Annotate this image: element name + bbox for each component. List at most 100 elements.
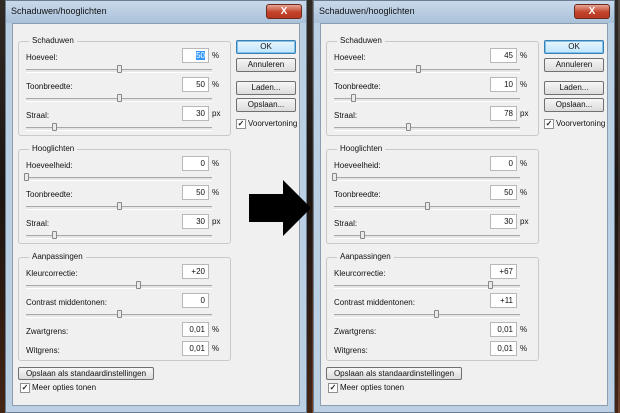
shadows-tonal-width-row: Toonbreedte: 50 % xyxy=(19,77,232,107)
cancel-button[interactable]: Annuleren xyxy=(236,58,296,72)
white-clip-input[interactable]: 0,01 xyxy=(182,341,209,356)
shadows-radius-input[interactable]: 78 xyxy=(490,106,517,121)
window-title: Schaduwen/hooglichten xyxy=(11,6,107,16)
save-as-defaults-button[interactable]: Opslaan als standaardinstellingen xyxy=(326,367,462,380)
shadows-radius-input[interactable]: 30 xyxy=(182,106,209,121)
highlights-amount-input[interactable]: 0 xyxy=(182,156,209,171)
title-bar[interactable]: Schaduwen/hooglichten X xyxy=(314,1,614,23)
highlights-radius-input[interactable]: 30 xyxy=(490,214,517,229)
more-options-label: Meer opties tonen xyxy=(32,383,97,392)
shadows-radius-label: Straal: xyxy=(26,111,50,120)
highlights-amount-row: Hoeveelheid: 0 % xyxy=(19,156,232,186)
close-button[interactable]: X xyxy=(574,4,610,19)
shadows-tonal-width-slider-track[interactable] xyxy=(334,98,520,102)
shadows-amount-row: Hoeveel: 50 % xyxy=(19,48,232,78)
shadows-group: Schaduwen Hoeveel: 50 % Toonbreedte: 50 … xyxy=(18,36,232,136)
preview-label: Voorvertoning xyxy=(556,119,606,128)
midtone-contrast-row: Contrast middentonen: 0 xyxy=(19,293,232,323)
color-correction-slider-track[interactable] xyxy=(26,285,212,289)
highlights-radius-slider-thumb[interactable] xyxy=(51,231,57,239)
save-as-defaults-button[interactable]: Opslaan als standaardinstellingen xyxy=(18,367,154,380)
more-options-checkbox[interactable]: ✓ xyxy=(328,383,338,393)
highlights-group: Hooglichten Hoeveelheid: 0 % Toonbreedte… xyxy=(18,144,232,244)
white-clip-unit: % xyxy=(212,344,220,353)
shadows-tonal-width-label: Toonbreedte: xyxy=(334,82,381,91)
preview-label: Voorvertoning xyxy=(248,119,298,128)
shadows-highlights-dialog-after: Schaduwen/hooglichten X Schaduwen Hoevee… xyxy=(313,0,615,413)
shadows-legend: Schaduwen xyxy=(29,36,77,45)
midtone-contrast-input[interactable]: +11 xyxy=(490,293,517,308)
adjustments-legend: Aanpassingen xyxy=(29,252,86,261)
highlights-tonal-width-label: Toonbreedte: xyxy=(334,190,381,199)
highlights-amount-slider-track[interactable] xyxy=(334,177,520,181)
highlights-amount-unit: % xyxy=(212,159,220,168)
highlights-tonal-width-row: Toonbreedte: 50 % xyxy=(327,185,540,215)
shadows-radius-slider-thumb[interactable] xyxy=(51,123,57,131)
shadows-amount-input[interactable]: 50 xyxy=(182,48,209,63)
load-button[interactable]: Laden... xyxy=(236,81,296,95)
midtone-contrast-input[interactable]: 0 xyxy=(182,293,209,308)
title-bar[interactable]: Schaduwen/hooglichten X xyxy=(6,1,306,23)
preview-checkbox[interactable]: ✓ xyxy=(236,119,246,129)
shadows-amount-input[interactable]: 45 xyxy=(490,48,517,63)
shadows-radius-row: Straal: 30 px xyxy=(19,106,232,136)
color-correction-slider-thumb[interactable] xyxy=(488,281,494,289)
shadows-tonal-width-unit: % xyxy=(212,80,220,89)
shadows-radius-unit: px xyxy=(520,109,529,118)
highlights-radius-label: Straal: xyxy=(334,219,358,228)
black-clip-unit: % xyxy=(212,325,220,334)
highlights-amount-slider-thumb[interactable] xyxy=(24,173,29,181)
highlights-tonal-width-input[interactable]: 50 xyxy=(490,185,517,200)
window-title: Schaduwen/hooglichten xyxy=(319,6,415,16)
black-clip-input[interactable]: 0,01 xyxy=(490,322,517,337)
shadows-tonal-width-slider-thumb[interactable] xyxy=(117,94,122,102)
adjustments-group: Aanpassingen Kleurcorrectie: +67 Contras… xyxy=(326,252,540,361)
more-options-label: Meer opties tonen xyxy=(340,383,405,392)
color-correction-input[interactable]: +20 xyxy=(182,264,209,279)
black-clip-input[interactable]: 0,01 xyxy=(182,322,209,337)
save-button[interactable]: Opslaan... xyxy=(544,98,604,112)
midtone-contrast-slider-track[interactable] xyxy=(334,314,520,318)
shadows-tonal-width-input[interactable]: 50 xyxy=(182,77,209,92)
highlights-radius-input[interactable]: 30 xyxy=(182,214,209,229)
close-button[interactable]: X xyxy=(266,4,302,19)
shadows-radius-slider-thumb[interactable] xyxy=(406,123,412,131)
load-button[interactable]: Laden... xyxy=(544,81,604,95)
midtone-contrast-row: Contrast middentonen: +11 xyxy=(327,293,540,323)
preview-checkbox[interactable]: ✓ xyxy=(544,119,554,129)
color-correction-input[interactable]: +67 xyxy=(490,264,517,279)
highlights-tonal-width-input[interactable]: 50 xyxy=(182,185,209,200)
shadows-radius-row: Straal: 78 px xyxy=(327,106,540,136)
color-correction-row: Kleurcorrectie: +67 xyxy=(327,264,540,294)
ok-button[interactable]: OK xyxy=(236,40,296,54)
highlights-amount-slider-track[interactable] xyxy=(26,177,212,181)
highlights-tonal-width-slider-thumb[interactable] xyxy=(117,202,122,210)
cancel-button[interactable]: Annuleren xyxy=(544,58,604,72)
shadows-radius-slider-track[interactable] xyxy=(334,127,520,131)
shadows-tonal-width-input[interactable]: 10 xyxy=(490,77,517,92)
shadows-tonal-width-slider-thumb[interactable] xyxy=(350,94,356,102)
highlights-radius-unit: px xyxy=(520,217,529,226)
color-correction-slider-thumb[interactable] xyxy=(135,281,141,289)
white-clip-unit: % xyxy=(520,344,528,353)
shadows-amount-slider-track[interactable] xyxy=(334,69,520,73)
midtone-contrast-slider-thumb[interactable] xyxy=(117,310,122,318)
shadows-amount-slider-thumb[interactable] xyxy=(117,65,122,73)
ok-button[interactable]: OK xyxy=(544,40,604,54)
highlights-amount-input[interactable]: 0 xyxy=(490,156,517,171)
shadows-amount-slider-thumb[interactable] xyxy=(415,65,421,73)
white-clip-input[interactable]: 0,01 xyxy=(490,341,517,356)
midtone-contrast-slider-thumb[interactable] xyxy=(434,310,440,318)
color-correction-row: Kleurcorrectie: +20 xyxy=(19,264,232,294)
more-options-checkbox[interactable]: ✓ xyxy=(20,383,30,393)
adjustments-group: Aanpassingen Kleurcorrectie: +20 Contras… xyxy=(18,252,232,361)
save-button[interactable]: Opslaan... xyxy=(236,98,296,112)
shadows-amount-row: Hoeveel: 45 % xyxy=(327,48,540,78)
color-correction-label: Kleurcorrectie: xyxy=(334,269,386,278)
highlights-legend: Hooglichten xyxy=(29,144,78,153)
highlights-radius-slider-thumb[interactable] xyxy=(359,231,365,239)
highlights-amount-slider-thumb[interactable] xyxy=(332,173,337,181)
shadows-tonal-width-label: Toonbreedte: xyxy=(26,82,73,91)
highlights-tonal-width-slider-thumb[interactable] xyxy=(425,202,430,210)
shadows-legend: Schaduwen xyxy=(337,36,385,45)
